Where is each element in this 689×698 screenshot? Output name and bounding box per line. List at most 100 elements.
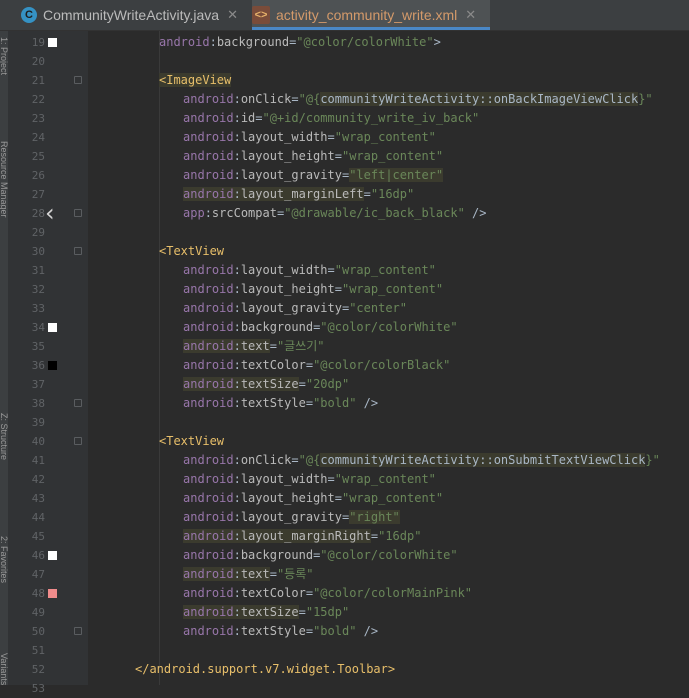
gutter-line: 21	[8, 71, 88, 90]
code-line[interactable]: android:textSize="15dp"	[183, 603, 349, 622]
code-line[interactable]: android:layout_gravity="left|center"	[183, 166, 444, 185]
gutter-line: 32	[8, 280, 88, 299]
code-token: =	[269, 567, 277, 581]
code-token: android	[183, 605, 234, 619]
fold-marker-icon[interactable]	[74, 437, 82, 445]
color-swatch-icon[interactable]	[48, 551, 57, 560]
gutter-line: 29	[8, 223, 88, 242]
code-token: android	[183, 491, 234, 505]
code-line[interactable]: android:id="@+id/community_write_iv_back…	[183, 109, 479, 128]
code-token: layout_height	[240, 282, 335, 296]
code-line[interactable]: android:layout_height="wrap_content"	[183, 280, 443, 299]
fold-marker-icon[interactable]	[74, 76, 82, 84]
color-swatch-icon[interactable]	[48, 38, 57, 47]
fold-marker-icon[interactable]	[74, 247, 82, 255]
code-line[interactable]: android:background="@color/colorWhite"	[183, 546, 458, 565]
code-token: =	[305, 358, 314, 372]
color-swatch-icon[interactable]	[48, 589, 57, 598]
code-token: >	[433, 35, 441, 49]
code-line[interactable]: android:layout_width="wrap_content"	[183, 128, 436, 147]
gutter-line: 53	[8, 679, 88, 698]
code-line[interactable]: android:text="글쓰기"	[183, 337, 325, 356]
code-line[interactable]: app:srcCompat="@drawable/ic_back_black" …	[183, 204, 487, 223]
code-token: :	[233, 282, 241, 296]
code-token: />	[464, 206, 487, 220]
line-number: 46	[31, 549, 45, 562]
line-number: 51	[31, 644, 45, 657]
code-line[interactable]: android:textColor="@color/colorMainPink"	[183, 584, 472, 603]
back-arrow-icon[interactable]: ‹	[45, 201, 55, 225]
gutter-line: 26	[8, 166, 88, 185]
line-number: 45	[31, 530, 45, 543]
code-token: <TextView	[159, 244, 225, 258]
code-token: textColor	[240, 586, 306, 600]
code-line[interactable]: <TextView	[159, 242, 224, 261]
code-line[interactable]: android:text="등록"	[183, 565, 313, 584]
code-token: />	[356, 396, 379, 410]
code-line[interactable]: android:layout_width="wrap_content"	[183, 470, 436, 489]
tab-community-write-activity-java[interactable]: C CommunityWriteActivity.java ✕	[21, 0, 247, 30]
code-token: :	[233, 339, 241, 353]
gutter-line: 47	[8, 565, 88, 584]
code-token: app	[183, 206, 205, 220]
code-line[interactable]: android:layout_gravity="right"	[183, 508, 400, 527]
code-line[interactable]: </android.support.v7.widget.Toolbar>	[135, 660, 395, 679]
color-swatch-icon[interactable]	[48, 361, 57, 370]
code-token: textStyle	[240, 396, 306, 410]
code-token: "@color/colorWhite"	[320, 320, 458, 334]
tab-activity-community-write-xml[interactable]: <> activity_community_write.xml ✕	[252, 0, 490, 30]
line-number: 23	[31, 112, 45, 125]
code-line[interactable]: android:textStyle="bold" />	[183, 394, 378, 413]
fold-marker-icon[interactable]	[74, 399, 82, 407]
line-number: 35	[31, 340, 45, 353]
code-token: "16dp"	[370, 187, 415, 201]
line-number: 21	[31, 74, 45, 87]
gutter-line: 49	[8, 603, 88, 622]
color-swatch-icon[interactable]	[48, 323, 57, 332]
code-token: :	[233, 263, 241, 277]
code-line[interactable]: <TextView	[159, 432, 224, 451]
fold-marker-icon[interactable]	[74, 209, 82, 217]
code-line[interactable]: android:onClick="@{communityWriteActivit…	[183, 90, 653, 109]
code-token: =	[363, 187, 371, 201]
code-line[interactable]: android:layout_width="wrap_content"	[183, 261, 436, 280]
code-line[interactable]: android:onClick="@{communityWriteActivit…	[183, 451, 660, 470]
code-line[interactable]: android:layout_height="wrap_content"	[183, 489, 443, 508]
gutter-line: 43	[8, 489, 88, 508]
code-line[interactable]: android:textSize="20dp"	[183, 375, 349, 394]
code-token: :	[209, 35, 217, 49]
code-token: android	[183, 624, 234, 638]
line-number: 49	[31, 606, 45, 619]
code-token: :	[233, 396, 241, 410]
code-token: layout_height	[240, 149, 335, 163]
code-line[interactable]: android:layout_marginRight="16dp"	[183, 527, 421, 546]
line-number: 44	[31, 511, 45, 524]
code-token: }"	[638, 92, 653, 106]
code-token: :	[233, 453, 241, 467]
code-token: "@color/colorMainPink"	[313, 586, 473, 600]
code-token: =	[298, 605, 306, 619]
code-token: =	[334, 149, 342, 163]
code-line[interactable]: android:textStyle="bold" />	[183, 622, 378, 641]
code-line[interactable]: android:layout_height="wrap_content"	[183, 147, 443, 166]
code-line[interactable]: android:background="@color/colorWhite"	[183, 318, 458, 337]
code-line[interactable]: android:layout_gravity="center"	[183, 299, 407, 318]
code-token: "15dp"	[305, 605, 350, 619]
code-token: "@{	[298, 92, 321, 106]
code-token: android	[159, 35, 210, 49]
close-icon[interactable]: ✕	[227, 7, 238, 23]
code-line[interactable]: android:layout_marginLeft="16dp"	[183, 185, 414, 204]
code-line[interactable]: <ImageView	[159, 71, 232, 90]
line-number: 31	[31, 264, 45, 277]
line-number: 48	[31, 587, 45, 600]
fold-marker-icon[interactable]	[74, 627, 82, 635]
gutter-line: 44	[8, 508, 88, 527]
code-token: android	[183, 453, 234, 467]
code-token: =	[305, 396, 314, 410]
code-line[interactable]: android:textColor="@color/colorBlack"	[183, 356, 450, 375]
gutter-line: 22	[8, 90, 88, 109]
code-line[interactable]: android:background="@color/colorWhite">	[159, 33, 441, 52]
code-editor[interactable]: android:background="@color/colorWhite"> <…	[88, 31, 689, 685]
close-icon[interactable]: ✕	[465, 7, 476, 23]
gutter-line: 33	[8, 299, 88, 318]
